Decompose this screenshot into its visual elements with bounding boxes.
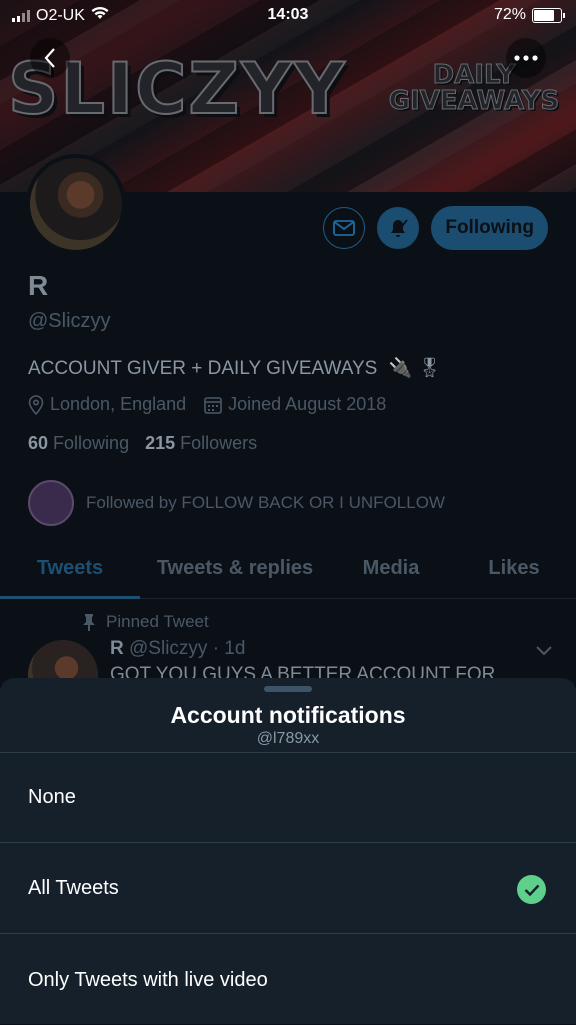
clock: 14:03	[267, 6, 309, 23]
profile-avatar[interactable]	[26, 154, 126, 254]
pin-icon	[83, 614, 95, 631]
chevron-left-icon	[44, 48, 55, 68]
tab-media[interactable]: Media	[330, 540, 452, 596]
calendar-icon	[204, 396, 222, 414]
plug-emoji-icon: 🔌	[388, 358, 413, 379]
tweet-header: R @Sliczyy · 1d	[110, 638, 246, 659]
battery-percent: 72%	[493, 6, 526, 23]
profile-name: R	[28, 270, 49, 301]
profile-bio: ACCOUNT GIVER + DAILY GIVEAWAYS 🔌 🎖	[28, 358, 442, 379]
battery-icon	[532, 7, 565, 23]
profile-joined: Joined August 2018	[228, 394, 387, 414]
tab-tweets-replies[interactable]: Tweets & replies	[140, 540, 330, 596]
check-icon	[517, 875, 546, 904]
more-dots-icon	[514, 55, 538, 61]
follower-avatar	[28, 480, 74, 526]
message-button[interactable]	[323, 207, 366, 249]
medal-emoji-icon: 🎖	[417, 358, 442, 379]
profile-handle: @Sliczyy	[28, 310, 111, 332]
following-button[interactable]: Following	[431, 206, 548, 250]
tab-tweets[interactable]: Tweets	[0, 540, 140, 599]
option-none[interactable]: None	[0, 753, 576, 843]
notifications-sheet: Account notifications @l789xx None All T…	[0, 678, 576, 1024]
chevron-down-icon	[536, 646, 552, 656]
followers-count-link[interactable]: 215 Followers	[145, 433, 257, 454]
more-button[interactable]	[506, 38, 546, 78]
tweet-menu-button[interactable]	[536, 640, 552, 661]
tab-likes[interactable]: Likes	[452, 540, 576, 596]
profile-counts: 60 Following 215 Followers	[28, 433, 257, 454]
followed-by-text: Followed by FOLLOW BACK OR I UNFOLLOW	[86, 493, 445, 512]
back-button[interactable]	[30, 38, 70, 78]
option-all-tweets[interactable]: All Tweets	[0, 844, 576, 934]
following-count-link[interactable]: 60 Following	[28, 433, 129, 454]
envelope-icon	[333, 220, 356, 236]
pinned-tweet-label: Pinned Tweet	[82, 612, 209, 632]
option-live-video[interactable]: Only Tweets with live video	[0, 935, 576, 1025]
profile-tabs: Tweets Tweets & replies Media Likes	[0, 540, 576, 599]
notifications-button[interactable]	[377, 207, 420, 249]
bell-check-icon	[391, 219, 409, 237]
followed-by-row[interactable]: Followed by FOLLOW BACK OR I UNFOLLOW	[28, 480, 445, 526]
sheet-subtitle: @l789xx	[256, 730, 320, 747]
sheet-grabber[interactable]	[264, 686, 312, 692]
profile-meta: London, England Joined August 2018	[28, 394, 386, 415]
location-pin-icon	[28, 394, 44, 415]
status-bar: O2-UK 14:03 72%	[0, 0, 576, 32]
sheet-title: Account notifications	[170, 702, 406, 728]
profile-actions: Following	[323, 206, 548, 250]
profile-location: London, England	[50, 394, 187, 414]
